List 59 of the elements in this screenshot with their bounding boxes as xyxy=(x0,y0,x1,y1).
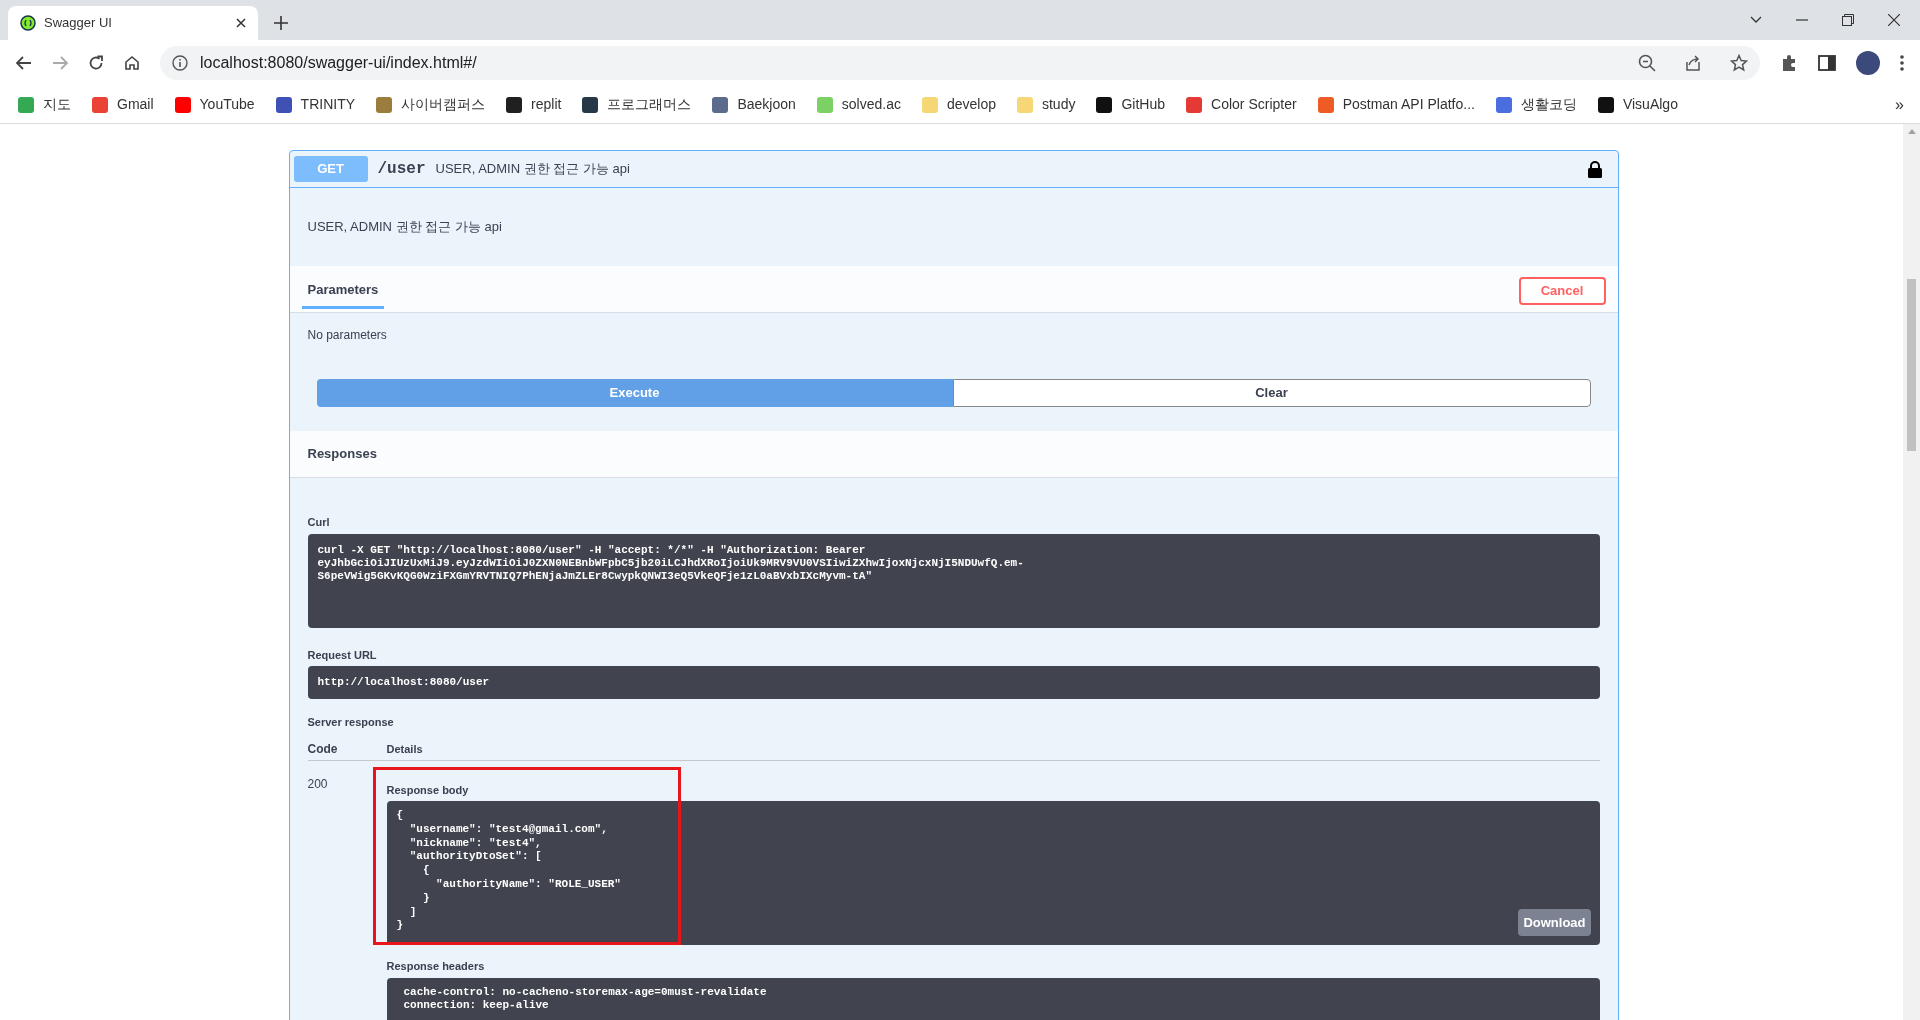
response-headers: cache-control: no-cacheno-storemax-age=0must-revalidate connection: keep-alive xyxy=(386,977,1600,1020)
home-icon[interactable] xyxy=(124,55,140,71)
scrollbar[interactable] xyxy=(1903,124,1920,1020)
bookmark[interactable]: 사이버캠퍼스 xyxy=(376,94,486,115)
no-parameters-text: No parameters xyxy=(307,327,387,344)
request-url-label: Request URL xyxy=(307,647,378,663)
side-panel-icon[interactable] xyxy=(1818,54,1836,72)
share-icon[interactable] xyxy=(1684,54,1702,72)
restore-icon[interactable] xyxy=(1842,14,1854,26)
bookmark[interactable]: 지도 xyxy=(18,94,71,115)
bookmark[interactable]: 프로그래머스 xyxy=(582,94,692,115)
back-icon[interactable] xyxy=(16,56,32,70)
reload-icon[interactable] xyxy=(88,55,104,71)
browser-tab[interactable]: Swagger UI xyxy=(8,6,258,40)
endpoint-summary: USER, ADMIN 권한 접근 가능 api xyxy=(435,160,631,179)
bookmark[interactable]: solved.ac xyxy=(816,94,901,115)
endpoint-path: /user xyxy=(377,159,426,180)
bookmark[interactable]: Color Scripter xyxy=(1186,94,1297,115)
bookmark[interactable]: VisuAlgo xyxy=(1597,94,1678,115)
bookmark[interactable]: GitHub xyxy=(1096,94,1166,115)
curl-label: Curl xyxy=(307,515,331,530)
bookmark[interactable]: Postman API Platfo... xyxy=(1317,94,1475,115)
star-icon[interactable] xyxy=(1730,54,1748,72)
bookmark[interactable]: study xyxy=(1017,94,1076,115)
bookmark[interactable]: YouTube xyxy=(174,94,255,115)
zoom-out-icon[interactable] xyxy=(1638,54,1656,72)
bookmark[interactable]: replit xyxy=(506,94,562,115)
response-body-label: Response body xyxy=(386,782,470,798)
bookmark[interactable]: 생활코딩 xyxy=(1495,94,1577,115)
scrollbar-thumb[interactable] xyxy=(1907,279,1916,451)
clear-button[interactable]: Clear xyxy=(952,379,1591,407)
request-url: http://localhost:8080/user xyxy=(307,666,1600,699)
close-icon[interactable] xyxy=(1888,14,1900,26)
new-tab-icon[interactable] xyxy=(274,16,288,30)
code-column-header: Code xyxy=(307,740,339,758)
response-code: 200 xyxy=(307,775,329,793)
download-button[interactable]: Download xyxy=(1518,909,1591,936)
address-bar[interactable]: localhost:8080/swagger-ui/index.html#/ xyxy=(160,46,1760,80)
response-body: { "username": "test4@gmail.com", "nickname": "test4", "authorityDtoSet": [ { "authorityName": "ROLE_USER" } ] } xyxy=(395,808,622,934)
lock-icon[interactable] xyxy=(1587,160,1602,178)
description: USER, ADMIN 권한 접근 가능 api xyxy=(307,218,502,237)
parameters-tab[interactable]: Parameters xyxy=(301,270,385,312)
bookmark[interactable]: TRINITY xyxy=(275,94,356,115)
close-icon[interactable] xyxy=(236,18,246,28)
more-bookmarks-button[interactable]: » xyxy=(1895,92,1904,117)
responses-heading: Responses xyxy=(307,445,377,464)
more-icon[interactable] xyxy=(1900,55,1904,71)
response-headers-label: Response headers xyxy=(386,959,486,974)
puzzle-icon[interactable] xyxy=(1780,54,1798,72)
method-badge: GET xyxy=(293,156,368,182)
server-response-label: Server response xyxy=(307,715,395,730)
curl-command: curl -X GET "http://localhost:8080/user" -H "accept: */*" -H "Authorization: Bearer eyJhbGciOiJIUzUxMiJ9.eyJzdWIiOiJ0ZXN0NEBnbWFpbC5jb20iLCJhdXRoIjoiUk9MRV9VU0VSIiwiZXhwIjoxNjcxNjI5NDUwfQ.em- S6peVWig5GKvKQG0WziFXGmYRVTNIQ7PhENjaJmZLEr8CwypkQNWI3eQ5VkeQFje1zL0aBVxbIXcMyvm-tA" xyxy=(307,533,1600,628)
chevron-down-icon[interactable] xyxy=(1750,16,1762,24)
bookmark[interactable]: Gmail xyxy=(92,94,154,115)
bookmark[interactable]: Baekjoon xyxy=(712,94,796,115)
bookmark[interactable]: develop xyxy=(921,94,996,115)
avatar[interactable] xyxy=(1856,51,1880,75)
info-icon xyxy=(172,55,188,71)
details-column-header: Details xyxy=(386,742,423,757)
